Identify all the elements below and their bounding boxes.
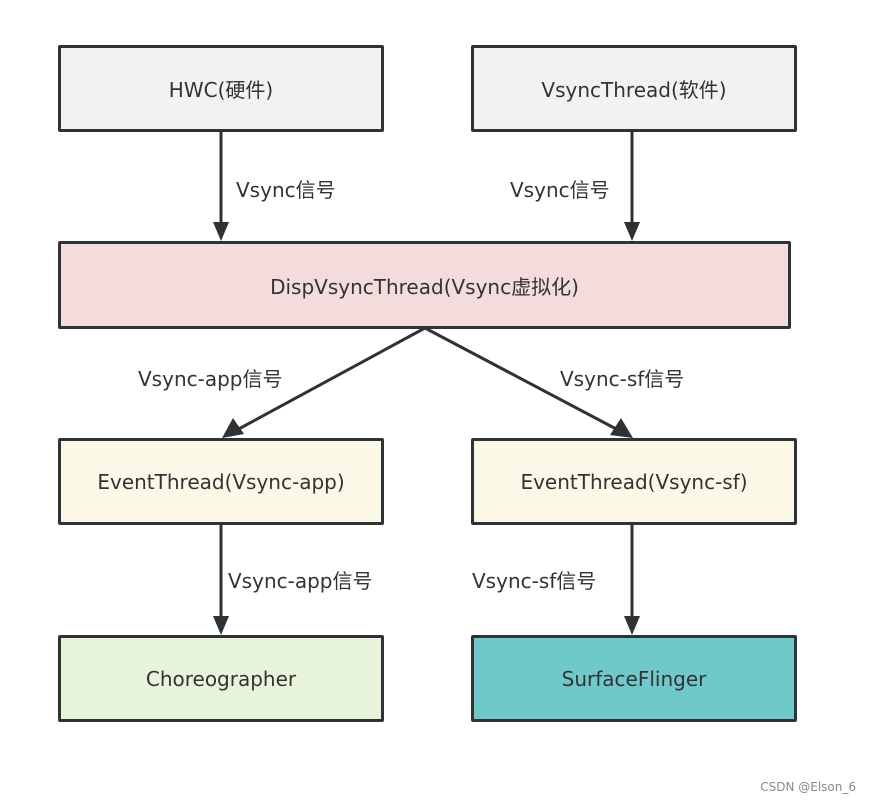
- edge-label-sf-surfaceflinger: Vsync-sf信号: [472, 569, 597, 593]
- arrowhead: [213, 616, 229, 635]
- node-choreographer: Choreographer: [58, 635, 384, 722]
- arrowhead: [213, 222, 229, 241]
- node-label: DispVsyncThread(Vsync虚拟化): [270, 274, 579, 299]
- edge-label-disp-app: Vsync-app信号: [138, 367, 283, 391]
- node-hwc: HWC(硬件): [58, 45, 384, 132]
- node-label: HWC(硬件): [168, 78, 274, 102]
- node-disp-vsync-thread: DispVsyncThread(Vsync虚拟化): [58, 241, 791, 329]
- edge-label-disp-sf: Vsync-sf信号: [560, 367, 685, 391]
- node-label: EventThread(Vsync-app): [97, 469, 345, 494]
- watermark: CSDN @Elson_6: [760, 780, 856, 794]
- edge-label-hwc: Vsync信号: [236, 178, 336, 202]
- arrowhead: [624, 616, 640, 635]
- node-label: Choreographer: [145, 666, 297, 691]
- node-vsync-thread: VsyncThread(软件): [471, 45, 797, 132]
- node-event-thread-app: EventThread(Vsync-app): [58, 438, 384, 525]
- edge-label-app-choreo: Vsync-app信号: [228, 569, 373, 593]
- node-label: EventThread(Vsync-sf): [520, 469, 748, 494]
- arrowhead: [624, 222, 640, 241]
- node-label: VsyncThread(软件): [541, 78, 727, 102]
- node-label: SurfaceFlinger: [561, 666, 707, 691]
- node-surfaceflinger: SurfaceFlinger: [471, 635, 797, 722]
- edge-label-vsyncthread: Vsync信号: [510, 178, 610, 202]
- node-event-thread-sf: EventThread(Vsync-sf): [471, 438, 797, 525]
